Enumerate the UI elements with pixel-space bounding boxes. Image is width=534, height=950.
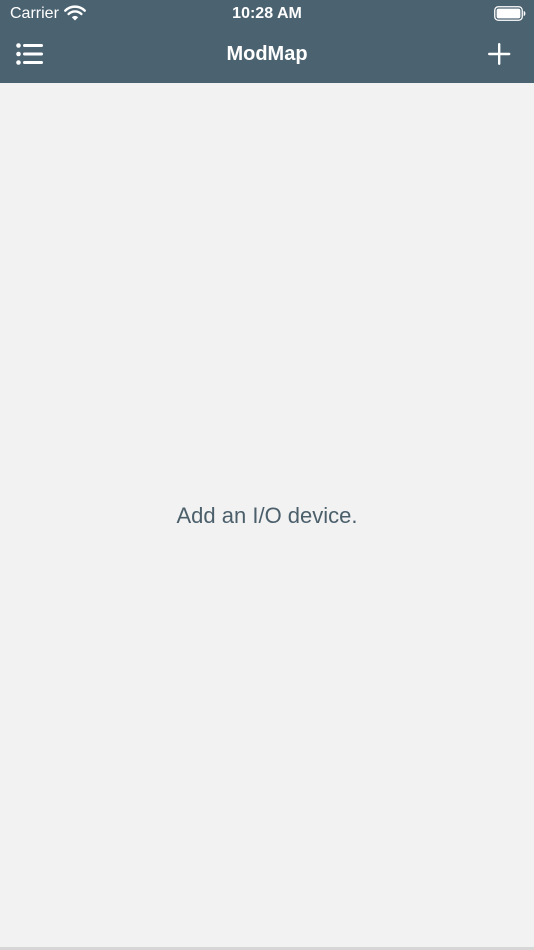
app-header: Carrier 10:28 AM ModMap <box>0 0 534 83</box>
main-content: Add an I/O device. <box>0 83 534 947</box>
status-time: 10:28 AM <box>232 5 302 22</box>
page-title: ModMap <box>226 43 308 65</box>
empty-state-message: Add an I/O device. <box>176 503 358 528</box>
status-bar: Carrier 10:28 AM <box>0 0 534 27</box>
add-device-button[interactable] <box>482 38 516 70</box>
navigation-bar: ModMap <box>0 27 534 83</box>
battery-icon <box>494 6 526 21</box>
plus-icon <box>488 43 511 65</box>
